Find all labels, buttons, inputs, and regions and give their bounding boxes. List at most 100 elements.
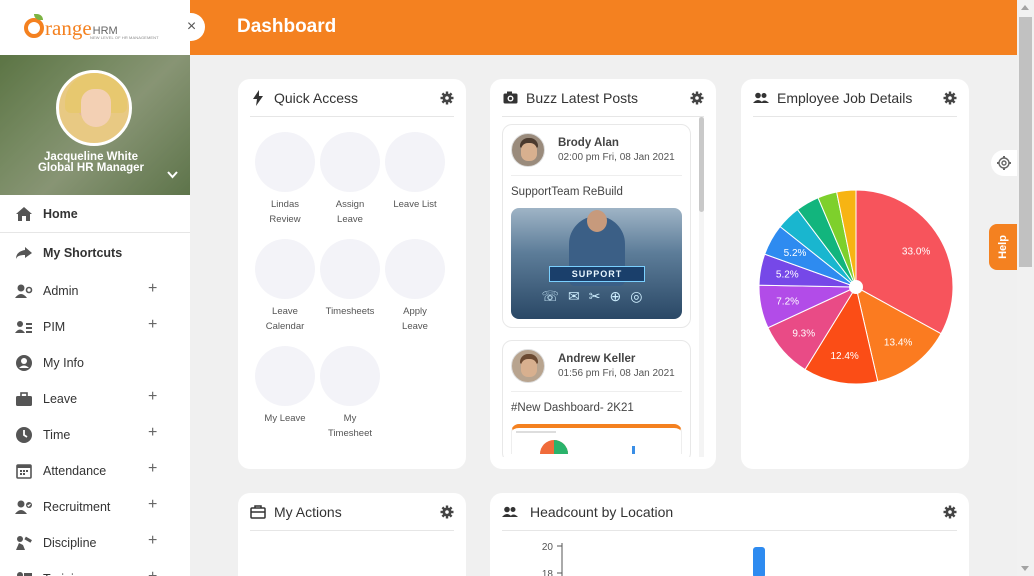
- sidebar: range HRM NEW LEVEL OF HR MANAGEMENT Jac…: [0, 0, 190, 576]
- gear-icon[interactable]: [690, 91, 704, 105]
- sidebar-item-pim[interactable]: PIM +: [0, 309, 190, 345]
- headcount-card: Headcount by Location 20 18: [490, 493, 969, 576]
- sidebar-item-discipline[interactable]: Discipline +: [0, 525, 190, 561]
- quick-access-label-line: Review: [269, 214, 301, 225]
- buzz-text: #New Dashboard- 2K21: [511, 402, 634, 414]
- quick-access-icon[interactable]: [385, 239, 445, 299]
- sidebar-item-leave[interactable]: Leave +: [0, 381, 190, 417]
- quick-access-label: Apply Leave: [383, 304, 447, 334]
- help-tab[interactable]: Help: [989, 224, 1017, 270]
- training-icon: [14, 570, 34, 576]
- discipline-icon: [14, 534, 34, 552]
- sidebar-item-my-info[interactable]: My Info: [0, 345, 190, 381]
- logo-orange-icon: [24, 13, 44, 38]
- headcount-chart[interactable]: 20 18: [490, 533, 969, 576]
- close-icon: ×: [186, 18, 197, 35]
- scroll-thumb[interactable]: [1019, 17, 1032, 267]
- expand-plus-icon[interactable]: +: [148, 496, 157, 514]
- headcount-bar[interactable]: [753, 547, 765, 576]
- pie-data-label: 5.2%: [776, 269, 799, 280]
- clock-icon: [14, 426, 34, 444]
- brand: range HRM NEW LEVEL OF HR MANAGEMENT: [0, 0, 190, 55]
- buzz-post[interactable]: Brody Alan 02:00 pm Fri, 08 Jan 2021 Sup…: [502, 124, 691, 328]
- quick-access-label: Timesheets: [318, 304, 382, 319]
- quick-access-icon[interactable]: [255, 132, 315, 192]
- expand-plus-icon[interactable]: +: [148, 424, 157, 442]
- quick-access-item[interactable]: Assign Leave: [318, 132, 382, 227]
- buzz-image-caption: SUPPORT: [549, 266, 645, 282]
- sidebar-item-training[interactable]: Training +: [0, 561, 190, 576]
- expand-plus-icon[interactable]: +: [148, 460, 157, 478]
- quick-access-icon[interactable]: [255, 346, 315, 406]
- quick-access-label-line: Apply: [403, 306, 427, 317]
- y-tick-label: 18: [542, 569, 554, 576]
- gear-icon: [997, 156, 1011, 170]
- quick-access-icon[interactable]: [320, 132, 380, 192]
- expand-plus-icon[interactable]: +: [148, 532, 157, 550]
- quick-access-label-line: Lindas: [271, 199, 299, 210]
- gear-icon[interactable]: [440, 505, 454, 519]
- sidebar-item-my-shortcuts[interactable]: My Shortcuts: [0, 233, 190, 273]
- scroll-down-arrow[interactable]: [1021, 566, 1029, 571]
- sidebar-item-label: Recruitment: [43, 500, 111, 514]
- pie-data-label: 9.3%: [792, 328, 815, 339]
- sidebar-item-home[interactable]: Home: [0, 195, 190, 233]
- quick-access-item[interactable]: Apply Leave: [383, 239, 447, 334]
- quick-access-label: My Timesheet: [318, 411, 382, 441]
- settings-float-button[interactable]: [991, 150, 1017, 176]
- avatar: [511, 133, 545, 167]
- scroll-up-arrow[interactable]: [1021, 5, 1029, 10]
- quick-access-label-line: Assign: [335, 199, 365, 210]
- close-sidebar-button[interactable]: ×: [178, 13, 205, 41]
- gear-icon[interactable]: [943, 91, 957, 105]
- quick-access-icon[interactable]: [320, 346, 380, 406]
- buzz-image[interactable]: [511, 424, 682, 454]
- sidebar-item-recruitment[interactable]: Recruitment +: [0, 489, 190, 525]
- profile-panel[interactable]: Jacqueline White Global HR Manager: [0, 55, 190, 195]
- buzz-feed[interactable]: Brody Alan 02:00 pm Fri, 08 Jan 2021 Sup…: [502, 124, 692, 457]
- buzz-post[interactable]: Andrew Keller 01:56 pm Fri, 08 Jan 2021 …: [502, 340, 691, 457]
- recruitment-icon: [14, 498, 34, 516]
- sidebar-menu: Home My Shortcuts Admin + PIM + My Info Leave + T…: [0, 195, 190, 576]
- quick-access-item[interactable]: Timesheets: [318, 239, 382, 319]
- gear-icon[interactable]: [440, 91, 454, 105]
- quick-access-item[interactable]: Leave List: [383, 132, 447, 212]
- quick-access-title: Quick Access: [274, 89, 359, 106]
- quick-access-label-line: Leave: [337, 214, 363, 225]
- quick-access-icon[interactable]: [385, 132, 445, 192]
- buzz-author[interactable]: Brody Alan: [558, 137, 675, 149]
- expand-plus-icon[interactable]: +: [148, 388, 157, 406]
- profile-title: Global HR Manager: [37, 162, 145, 174]
- quick-access-item[interactable]: My Timesheet: [318, 346, 382, 441]
- chevron-down-icon[interactable]: [167, 166, 178, 182]
- quick-access-icon[interactable]: [320, 239, 380, 299]
- job-details-pie-chart[interactable]: 33.0% 13.4% 12.4% 9.3% 7.2% 5.2% 5.2%: [741, 139, 969, 439]
- sidebar-item-admin[interactable]: Admin +: [0, 273, 190, 309]
- quick-access-label-line: Leave: [402, 321, 428, 332]
- quick-access-label-line: My: [343, 413, 357, 424]
- expand-plus-icon[interactable]: +: [148, 568, 157, 576]
- briefcase-icon: [14, 390, 34, 408]
- quick-access-item[interactable]: Leave Calendar: [253, 239, 317, 334]
- quick-access-icon[interactable]: [255, 239, 315, 299]
- gear-icon[interactable]: [943, 505, 957, 519]
- quick-access-label: My Leave: [253, 411, 317, 426]
- page-scrollbar[interactable]: [1017, 0, 1034, 576]
- sidebar-item-label: Discipline: [43, 536, 97, 550]
- sidebar-item-time[interactable]: Time +: [0, 417, 190, 453]
- quick-access-item[interactable]: Lindas Review: [253, 132, 317, 227]
- quick-access-item[interactable]: My Leave: [253, 346, 317, 426]
- user-icon: [14, 354, 34, 372]
- pie-center: [849, 280, 863, 294]
- buzz-image[interactable]: SUPPORT ☏✉✂⊕◎: [511, 208, 682, 319]
- buzz-scrollbar[interactable]: [699, 117, 704, 457]
- sidebar-item-attendance[interactable]: Attendance +: [0, 453, 190, 489]
- my-actions-title: My Actions: [274, 503, 342, 520]
- expand-plus-icon[interactable]: +: [148, 316, 157, 334]
- job-details-title: Employee Job Details: [777, 89, 913, 106]
- quick-access-label-line: Leave: [272, 306, 298, 317]
- sidebar-item-label: Home: [43, 206, 78, 221]
- expand-plus-icon[interactable]: +: [148, 280, 157, 298]
- sidebar-item-label: PIM: [43, 320, 66, 334]
- buzz-author[interactable]: Andrew Keller: [558, 353, 675, 365]
